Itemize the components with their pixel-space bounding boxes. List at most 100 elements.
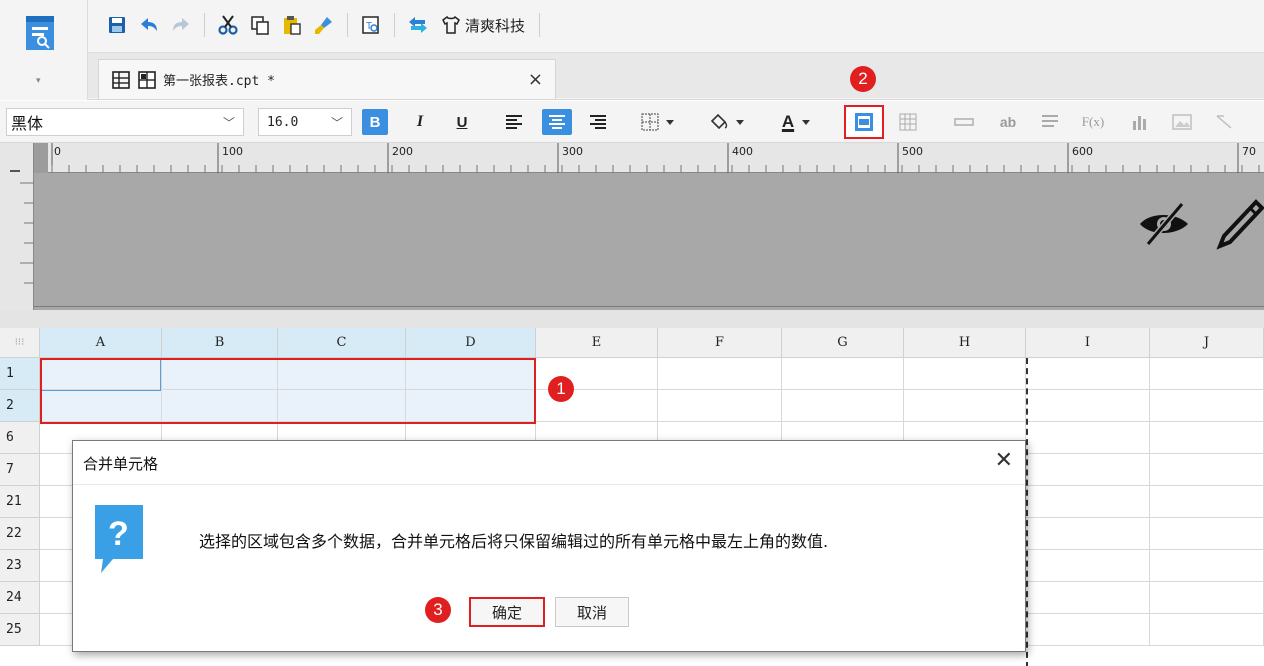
- cell-c2[interactable]: [278, 390, 406, 422]
- cell-j7[interactable]: [1150, 454, 1264, 486]
- align-justify-icon[interactable]: [1036, 109, 1064, 135]
- cell-i2[interactable]: [1026, 390, 1150, 422]
- cell-i24[interactable]: [1026, 582, 1150, 614]
- font-family-select[interactable]: 黑体 ﹀: [6, 108, 244, 136]
- step-marker-1: 1: [548, 376, 574, 402]
- insert-field-icon[interactable]: [950, 109, 978, 135]
- column-header-a[interactable]: A: [40, 328, 162, 358]
- insert-text-icon[interactable]: ab: [994, 109, 1022, 135]
- column-header-j[interactable]: J: [1150, 328, 1264, 358]
- row-header-2[interactable]: 2: [0, 390, 40, 422]
- cell-f2[interactable]: [658, 390, 782, 422]
- cut-icon[interactable]: [213, 10, 243, 40]
- report-header-band[interactable]: [0, 173, 1264, 310]
- cell-j25[interactable]: [1150, 614, 1264, 646]
- cell-j1[interactable]: [1150, 358, 1264, 390]
- image-icon[interactable]: [1168, 109, 1196, 135]
- brand-button[interactable]: 清爽科技: [435, 10, 531, 40]
- table-icon[interactable]: [894, 109, 922, 135]
- cell-j6[interactable]: [1150, 422, 1264, 454]
- text-color-icon[interactable]: A: [770, 109, 828, 135]
- column-header-b[interactable]: B: [162, 328, 278, 358]
- align-left-icon[interactable]: [500, 109, 528, 135]
- row-header-1[interactable]: 1: [0, 358, 40, 390]
- cell-f1[interactable]: [658, 358, 782, 390]
- cell-j23[interactable]: [1150, 550, 1264, 582]
- font-size-select[interactable]: 16.0 ﹀: [258, 108, 352, 136]
- cell-i1[interactable]: [1026, 358, 1150, 390]
- cell-a2[interactable]: [40, 390, 162, 422]
- underline-button[interactable]: U: [450, 109, 474, 135]
- copy-icon[interactable]: [245, 10, 275, 40]
- swap-icon[interactable]: [403, 10, 433, 40]
- cell-d1[interactable]: [406, 358, 536, 390]
- cell-i25[interactable]: [1026, 614, 1150, 646]
- select-all-corner[interactable]: ⁝⁝⁝: [0, 328, 40, 358]
- cell-j2[interactable]: [1150, 390, 1264, 422]
- italic-button[interactable]: I: [408, 109, 432, 135]
- undo-icon[interactable]: [134, 10, 164, 40]
- step-marker-2: 2: [850, 66, 876, 92]
- row-header-6[interactable]: 6: [0, 422, 40, 454]
- horizontal-ruler: 0 100 200 300 400 500 600 70: [0, 143, 1264, 173]
- border-icon[interactable]: [636, 109, 688, 135]
- row-header-23[interactable]: 23: [0, 550, 40, 582]
- column-header-i[interactable]: I: [1026, 328, 1150, 358]
- cell-j24[interactable]: [1150, 582, 1264, 614]
- page-break-line: [1026, 358, 1028, 666]
- row-header-21[interactable]: 21: [0, 486, 40, 518]
- tab-close-icon[interactable]: ×: [528, 69, 543, 90]
- format-toolbar: 黑体 ﹀ 16.0 ﹀ B I U A ab F(x): [0, 101, 1264, 143]
- cell-i7[interactable]: [1026, 454, 1150, 486]
- align-center-icon[interactable]: [542, 109, 572, 135]
- cell-b1[interactable]: [162, 358, 278, 390]
- cell-g2[interactable]: [782, 390, 904, 422]
- cell-h2[interactable]: [904, 390, 1026, 422]
- merge-cells-button[interactable]: [844, 105, 884, 139]
- align-right-icon[interactable]: [584, 109, 612, 135]
- cell-a1[interactable]: [40, 358, 162, 390]
- slash-icon[interactable]: [1210, 109, 1238, 135]
- pencil-icon[interactable]: [1216, 198, 1264, 250]
- chevron-down-icon[interactable]: ▾: [36, 76, 41, 86]
- row-header-7[interactable]: 7: [0, 454, 40, 486]
- bold-button[interactable]: B: [362, 109, 388, 135]
- ruler-mark: 400: [732, 145, 753, 158]
- cell-c1[interactable]: [278, 358, 406, 390]
- cell-i22[interactable]: [1026, 518, 1150, 550]
- app-menu[interactable]: ▾: [0, 0, 88, 100]
- column-header-d[interactable]: D: [406, 328, 536, 358]
- close-icon[interactable]: ✕: [995, 448, 1013, 473]
- cell-j21[interactable]: [1150, 486, 1264, 518]
- eye-off-icon[interactable]: [1136, 200, 1192, 248]
- cell-i21[interactable]: [1026, 486, 1150, 518]
- row-header-22[interactable]: 22: [0, 518, 40, 550]
- report-file-icon: [138, 70, 156, 89]
- cell-d2[interactable]: [406, 390, 536, 422]
- cell-j22[interactable]: [1150, 518, 1264, 550]
- paste-icon[interactable]: [277, 10, 307, 40]
- tab-report[interactable]: 第一张报表.cpt * ×: [98, 59, 556, 99]
- column-header-g[interactable]: G: [782, 328, 904, 358]
- cell-i23[interactable]: [1026, 550, 1150, 582]
- cell-i6[interactable]: [1026, 422, 1150, 454]
- row-header-24[interactable]: 24: [0, 582, 40, 614]
- format-brush-icon[interactable]: [309, 10, 339, 40]
- fill-color-icon[interactable]: [702, 109, 756, 135]
- column-header-h[interactable]: H: [904, 328, 1026, 358]
- cell-h1[interactable]: [904, 358, 1026, 390]
- preview-icon[interactable]: T: [356, 10, 386, 40]
- shirt-icon: [442, 15, 460, 34]
- cell-g1[interactable]: [782, 358, 904, 390]
- row-header-25[interactable]: 25: [0, 614, 40, 646]
- redo-icon[interactable]: [166, 10, 196, 40]
- formula-icon[interactable]: F(x): [1076, 109, 1110, 135]
- ok-button[interactable]: 确定: [469, 597, 545, 627]
- cancel-button[interactable]: 取消: [555, 597, 629, 627]
- column-header-c[interactable]: C: [278, 328, 406, 358]
- column-header-e[interactable]: E: [536, 328, 658, 358]
- save-icon[interactable]: [102, 10, 132, 40]
- cell-b2[interactable]: [162, 390, 278, 422]
- chart-icon[interactable]: [1126, 109, 1154, 135]
- column-header-f[interactable]: F: [658, 328, 782, 358]
